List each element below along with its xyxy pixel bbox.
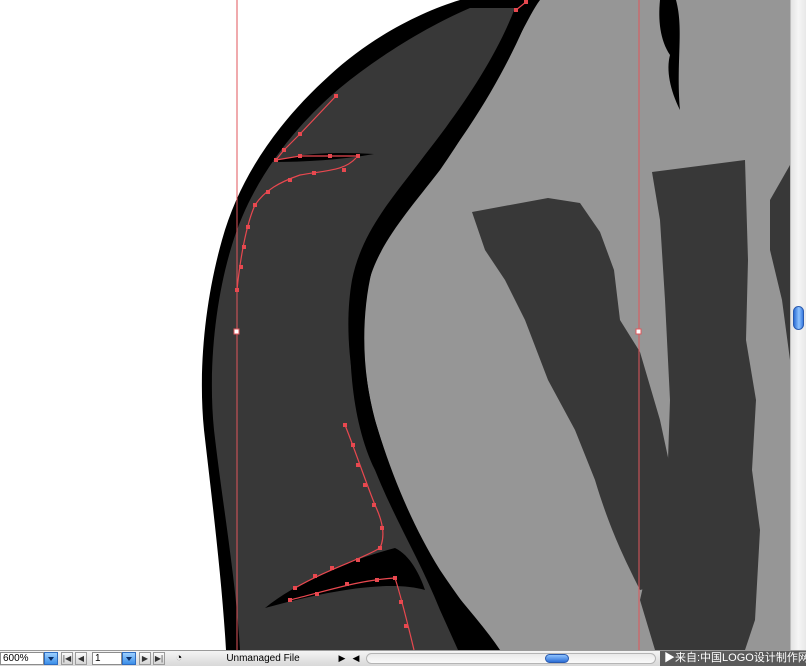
next-page-icon[interactable]: ▶ [139,652,151,665]
page-dropdown-button[interactable] [122,652,136,665]
zoom-dropdown-button[interactable] [44,652,58,665]
guide-anchor-right[interactable] [635,328,642,335]
watermark-label: ▶来自:中国LOGO设计制作网 [660,651,806,666]
page-field[interactable]: 1 [92,652,122,665]
prev-page-icon[interactable]: ◀ [75,652,87,665]
document-status-label: Unmanaged File [226,653,300,664]
scroll-left-icon[interactable]: ◀ [350,652,362,665]
vertical-scrollbar[interactable] [790,0,806,650]
play-arrow-icon[interactable]: ▶ [337,652,347,665]
horizontal-scroll-thumb[interactable] [545,654,569,663]
zoom-field[interactable]: 600% [0,652,44,665]
status-menu-icon[interactable]: ◔ [172,652,186,665]
vertical-scroll-thumb[interactable] [793,306,804,330]
horizontal-scrollbar[interactable] [366,653,656,664]
guide-anchor-left[interactable] [233,328,240,335]
artboard-canvas[interactable] [0,0,790,650]
first-page-icon[interactable]: |◀ [61,652,73,665]
last-page-icon[interactable]: ▶| [153,652,165,665]
status-bar: 600% |◀ ◀ 1 ▶ ▶| ◔ Unmanaged File ▶ ◀ ▶来… [0,650,806,666]
